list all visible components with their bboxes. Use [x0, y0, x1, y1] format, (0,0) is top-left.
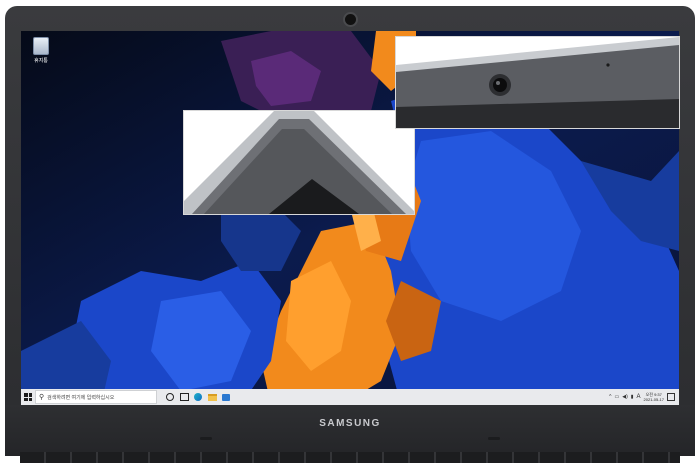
laptop-chin [5, 405, 695, 456]
taskbar-search-box[interactable]: ⚲ 검색하려면 여기에 입력하십시오 [35, 390, 157, 404]
taskbar-pinned [163, 389, 233, 405]
volume-icon[interactable]: ◀) [622, 394, 628, 400]
cortana-button[interactable] [163, 389, 177, 405]
clock-date: 2021-05-17 [643, 397, 664, 402]
task-view-icon [179, 393, 189, 401]
search-icon: ⚲ [39, 394, 45, 401]
notification-icon[interactable] [667, 393, 675, 401]
battery-icon[interactable]: ▮ [631, 394, 634, 400]
webcam-icon [345, 14, 356, 25]
hinge-right [488, 437, 500, 440]
desktop-icon-label: 휴지통 [34, 58, 48, 64]
brand-logo: SAMSUNG [319, 418, 381, 429]
system-tray: ^ ▭ ◀) ▮ A 오전 9:37 2021-05-17 [609, 392, 679, 402]
keyboard-strip [20, 452, 680, 463]
hinge-left [200, 437, 212, 440]
clock[interactable]: 오전 9:37 2021-05-17 [644, 392, 664, 402]
start-button[interactable] [21, 389, 35, 405]
edge-button[interactable] [191, 389, 205, 405]
recycle-bin-icon [33, 37, 49, 55]
webcam-closeup [396, 37, 679, 128]
taskbar: ⚲ 검색하려면 여기에 입력하십시오 ^ ▭ ◀) ▮ A 오전 9:37 20… [21, 389, 679, 405]
search-placeholder: 검색하려면 여기에 입력하십시오 [47, 394, 115, 401]
windows-logo-icon [24, 393, 32, 401]
file-explorer-button[interactable] [205, 389, 219, 405]
desktop-icon-recycle-bin[interactable]: 휴지통 [29, 37, 53, 64]
ime-indicator[interactable]: A [637, 394, 641, 400]
store-button[interactable] [219, 389, 233, 405]
bezel-corner-closeup [184, 111, 414, 214]
network-icon[interactable]: ▭ [615, 394, 620, 400]
file-explorer-icon [207, 393, 217, 401]
edge-icon [194, 393, 202, 401]
task-view-button[interactable] [177, 389, 191, 405]
chevron-up-icon[interactable]: ^ [609, 394, 611, 400]
store-icon [222, 393, 230, 401]
cortana-icon [166, 393, 174, 401]
